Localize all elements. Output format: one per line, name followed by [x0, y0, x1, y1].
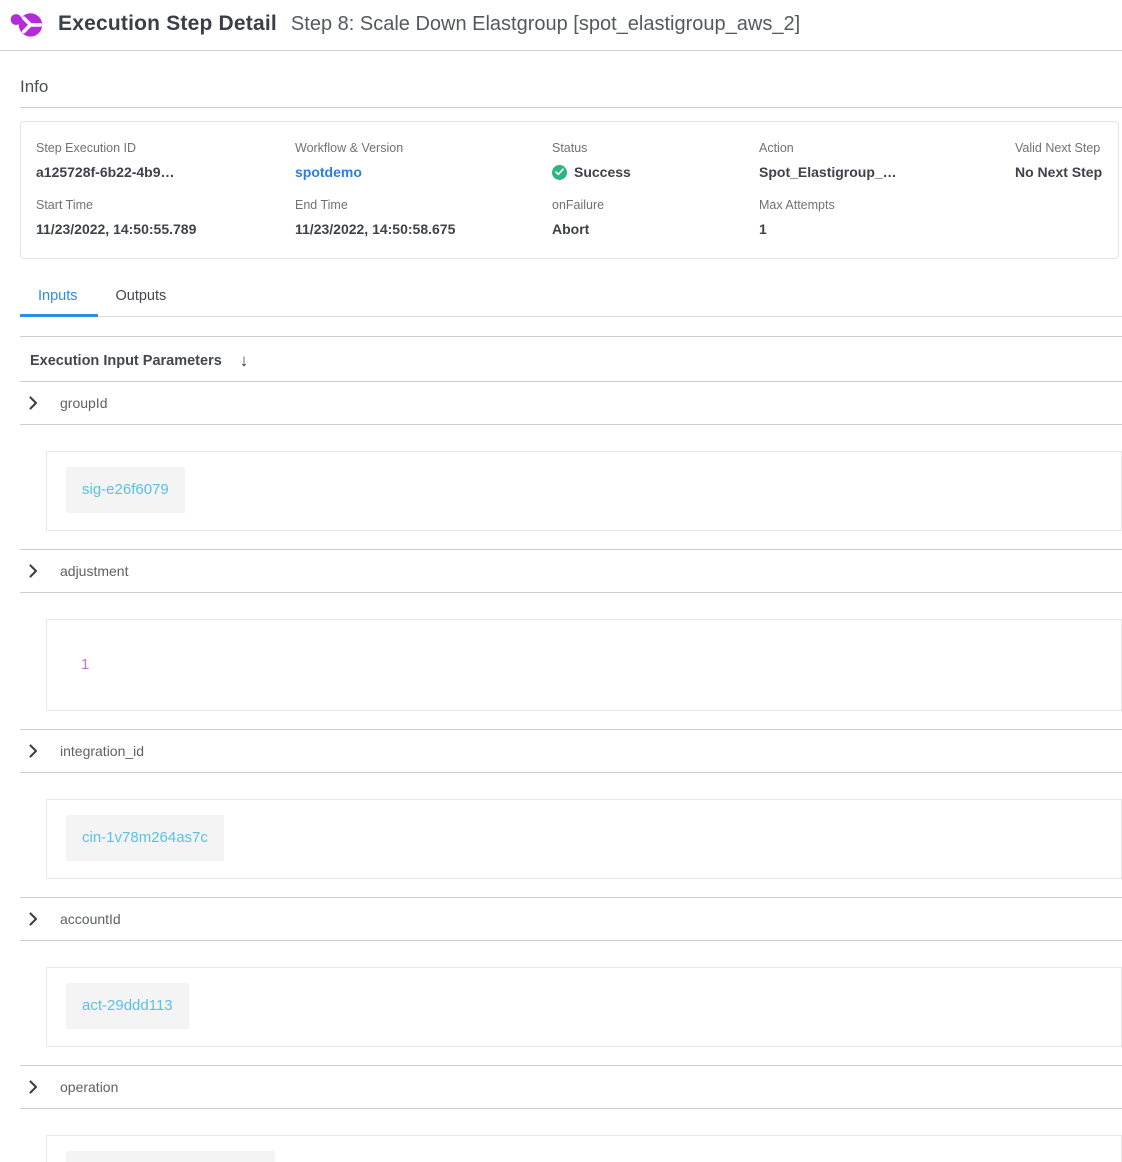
field-step-execution-id: Step Execution ID a125728f-6b22-4b9…: [36, 141, 295, 180]
page-title: Execution Step Detail: [58, 12, 277, 36]
chevron-right-icon[interactable]: [26, 564, 40, 578]
field-workflow-version: Workflow & Version spotdemo: [295, 141, 552, 180]
section-header[interactable]: operation: [20, 1066, 1122, 1108]
value-box: 1: [46, 619, 1122, 711]
field-label: Status: [552, 141, 759, 155]
value-chip: elastigroupAwsScaleDown: [66, 1151, 275, 1162]
value-box: sig-e26f6079: [46, 451, 1122, 531]
divider: [20, 424, 1122, 425]
field-value: 11/23/2022, 14:50:55.789: [36, 221, 295, 237]
section-name: groupId: [60, 395, 107, 411]
value-box: act-29ddd113: [46, 967, 1122, 1047]
divider: [20, 772, 1122, 773]
param-section-operation: operation elastigroupAwsScaleDown: [20, 1065, 1122, 1162]
field-label: Action: [759, 141, 1015, 155]
field-value: 1: [759, 221, 1015, 237]
execution-input-parameters-header: Execution Input Parameters ↓: [20, 352, 1122, 369]
page-subtitle: Step 8: Scale Down Elastgroup [spot_elas…: [291, 13, 800, 36]
info-card: Step Execution ID a125728f-6b22-4b9… Wor…: [20, 121, 1119, 259]
section-header[interactable]: integration_id: [20, 730, 1122, 772]
tab-outputs[interactable]: Outputs: [98, 288, 187, 317]
field-status: Status Success: [552, 141, 759, 180]
field-action: Action Spot_Elastigroup_…: [759, 141, 1015, 180]
section-header[interactable]: accountId: [20, 898, 1122, 940]
field-onfailure: onFailure Abort: [552, 198, 759, 237]
field-label: Workflow & Version: [295, 141, 552, 155]
field-end-time: End Time 11/23/2022, 14:50:58.675: [295, 198, 552, 237]
spot-logo-icon: [8, 6, 44, 42]
divider: [20, 107, 1122, 108]
param-section-integration-id: integration_id cin-1v78m264as7c: [20, 729, 1122, 879]
field-label: Valid Next Step: [1015, 141, 1118, 155]
field-value: No Next Step: [1015, 164, 1118, 180]
section-name: accountId: [60, 911, 121, 927]
tab-inputs[interactable]: Inputs: [20, 288, 98, 317]
params-title: Execution Input Parameters: [30, 353, 222, 369]
divider: [20, 940, 1122, 941]
execution-step-detail-page: Execution Step Detail Step 8: Scale Down…: [0, 0, 1122, 1162]
value-chip: sig-e26f6079: [66, 467, 185, 513]
param-section-accountid: accountId act-29ddd113: [20, 897, 1122, 1047]
field-max-attempts: Max Attempts 1: [759, 198, 1015, 237]
arrow-down-icon[interactable]: ↓: [240, 352, 249, 369]
section-header[interactable]: adjustment: [20, 550, 1122, 592]
value-box: cin-1v78m264as7c: [46, 799, 1122, 879]
field-value: Abort: [552, 221, 759, 237]
field-value: 11/23/2022, 14:50:58.675: [295, 221, 552, 237]
section-name: adjustment: [60, 563, 128, 579]
page-header: Execution Step Detail Step 8: Scale Down…: [0, 0, 1122, 51]
tab-bar: Inputs Outputs: [20, 288, 1122, 317]
divider: [20, 1108, 1122, 1109]
section-header[interactable]: groupId: [20, 382, 1122, 424]
chevron-right-icon[interactable]: [26, 912, 40, 926]
field-start-time: Start Time 11/23/2022, 14:50:55.789: [36, 198, 295, 237]
divider: [20, 592, 1122, 593]
value-box: elastigroupAwsScaleDown: [46, 1135, 1122, 1162]
check-circle-icon: [552, 165, 567, 180]
value-chip: cin-1v78m264as7c: [66, 815, 224, 861]
section-name: integration_id: [60, 743, 144, 759]
field-label: End Time: [295, 198, 552, 212]
field-value: Spot_Elastigroup_…: [759, 164, 1015, 180]
param-section-adjustment: adjustment 1: [20, 549, 1122, 711]
field-label: Max Attempts: [759, 198, 1015, 212]
param-section-groupid: groupId sig-e26f6079: [20, 382, 1122, 531]
field-value: a125728f-6b22-4b9…: [36, 164, 295, 180]
chevron-right-icon[interactable]: [26, 1080, 40, 1094]
field-valid-next-step: Valid Next Step No Next Step: [1015, 141, 1118, 180]
workflow-link[interactable]: spotdemo: [295, 164, 552, 180]
field-label: onFailure: [552, 198, 759, 212]
value-number: 1: [81, 656, 89, 673]
divider: [20, 336, 1122, 337]
value-chip: act-29ddd113: [66, 983, 189, 1029]
field-label: Step Execution ID: [36, 141, 295, 155]
chevron-right-icon[interactable]: [26, 396, 40, 410]
status-text: Success: [574, 164, 631, 180]
chevron-right-icon[interactable]: [26, 744, 40, 758]
info-heading: Info: [20, 77, 1122, 97]
field-label: Start Time: [36, 198, 295, 212]
section-name: operation: [60, 1079, 118, 1095]
